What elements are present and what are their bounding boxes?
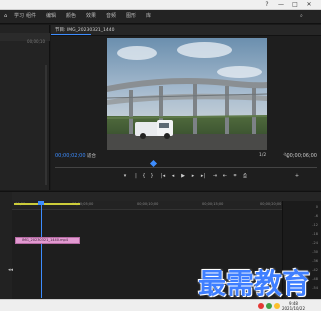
help-button[interactable]: ?: [262, 1, 272, 9]
project-scrollbar[interactable]: [45, 65, 47, 185]
tools-panel: [0, 192, 12, 300]
timeline-header: [12, 192, 321, 201]
workspace-audio[interactable]: 音频: [106, 13, 116, 20]
clock-date: 2021/10/22: [281, 306, 305, 311]
workspace-bar: ⌂ 学习 组件 编辑 颜色 效果 音频 图形 库 ⌕: [0, 10, 321, 24]
meter-label: -42: [312, 268, 318, 272]
go-to-out-icon[interactable]: ▸|: [199, 172, 207, 180]
current-timecode[interactable]: 00;00;02;00: [55, 153, 86, 159]
work-area-bar[interactable]: [14, 203, 80, 205]
go-to-in-icon[interactable]: |◂: [159, 172, 167, 180]
workspace-color[interactable]: 颜色: [66, 13, 76, 20]
ruler-label: 00;00;15;00: [202, 202, 224, 206]
meter-label: -12: [312, 223, 318, 227]
fit-dropdown[interactable]: 适合: [87, 153, 96, 159]
workspace-effects[interactable]: 效果: [86, 13, 96, 20]
export-frame-icon[interactable]: ⌗: [231, 172, 239, 180]
taskbar-clock[interactable]: 9:48 2021/10/22: [282, 301, 305, 311]
watermark-logo: 最需教育: [198, 267, 311, 300]
mark-in-brace-icon[interactable]: {: [140, 172, 148, 180]
meter-label: 0: [315, 205, 318, 209]
workspace-assembly[interactable]: 组件: [26, 13, 36, 20]
play-icon[interactable]: ▶: [179, 172, 187, 180]
marker-icon[interactable]: ▾: [121, 172, 129, 180]
title-bar: ? — □ ✕: [0, 0, 321, 10]
audio-track-icon[interactable]: ◂◂: [8, 267, 13, 273]
meter-label: -48: [312, 277, 318, 281]
workspace-learn[interactable]: 学习: [14, 13, 24, 20]
workspace-graphics[interactable]: 图形: [126, 13, 136, 20]
meter-label: -30: [312, 250, 318, 254]
close-button[interactable]: ✕: [304, 1, 314, 9]
program-tab-row: 节目: IMG_20230321_1440: [51, 25, 321, 36]
maximize-button[interactable]: □: [290, 1, 300, 9]
tab-program[interactable]: 节目: IMG_20230321_1440: [55, 27, 115, 34]
tray-app-icon[interactable]: [266, 303, 272, 309]
lift-icon[interactable]: ⇥: [211, 172, 219, 180]
project-timecode: 00;00;10: [27, 39, 45, 44]
add-button-icon[interactable]: +: [293, 172, 301, 180]
program-monitor: 节目: IMG_20230321_1440 00;00;02;00 适合 1/2…: [51, 25, 321, 190]
mark-out-brace-icon[interactable]: }: [148, 172, 156, 180]
minimize-button[interactable]: —: [276, 1, 286, 9]
home-icon[interactable]: ⌂: [4, 13, 7, 20]
workspace-libraries[interactable]: 库: [146, 13, 151, 20]
monitor-time-ruler[interactable]: [55, 162, 317, 168]
meter-label: -6: [314, 214, 319, 218]
tray-app-icon[interactable]: [274, 303, 280, 309]
overpass-illustration: [107, 78, 267, 150]
project-panel: 00;00;10: [0, 25, 50, 190]
meter-label: -18: [312, 232, 318, 236]
meter-label: -54: [312, 286, 318, 290]
playhead-line: [41, 202, 42, 298]
taskbar: 9:48 2021/10/22: [0, 299, 321, 311]
compare-icon[interactable]: ⎙: [241, 172, 249, 180]
tab-active-indicator: [51, 34, 91, 35]
duration-timecode: 00;00;06;00: [286, 153, 317, 159]
clip-label: IMG_20230321_1440.mp4: [22, 238, 68, 242]
search-icon[interactable]: ⌕: [300, 13, 303, 20]
meter-label: -36: [312, 259, 318, 263]
mark-in-icon[interactable]: |: [132, 172, 140, 180]
video-clip[interactable]: IMG_20230321_1440.mp4: [15, 237, 80, 244]
step-forward-icon[interactable]: ▸: [189, 172, 197, 180]
tray-app-icon[interactable]: [258, 303, 264, 309]
ruler-label: 00;00;10;00: [137, 202, 159, 206]
step-back-icon[interactable]: ◂: [169, 172, 177, 180]
video-frame: [107, 38, 267, 150]
extract-icon[interactable]: ⇤: [221, 172, 229, 180]
meter-label: -24: [312, 241, 318, 245]
ruler-label: 00;00;20;00: [260, 202, 282, 206]
workspace-editing[interactable]: 编辑: [46, 13, 56, 20]
resolution-dropdown[interactable]: 1/2: [259, 153, 266, 158]
transport-controls: ▾ | { } |◂ ◂ ▶ ▸ ▸| ⇥ ⇤ ⌗ ⎙ +: [121, 172, 301, 182]
